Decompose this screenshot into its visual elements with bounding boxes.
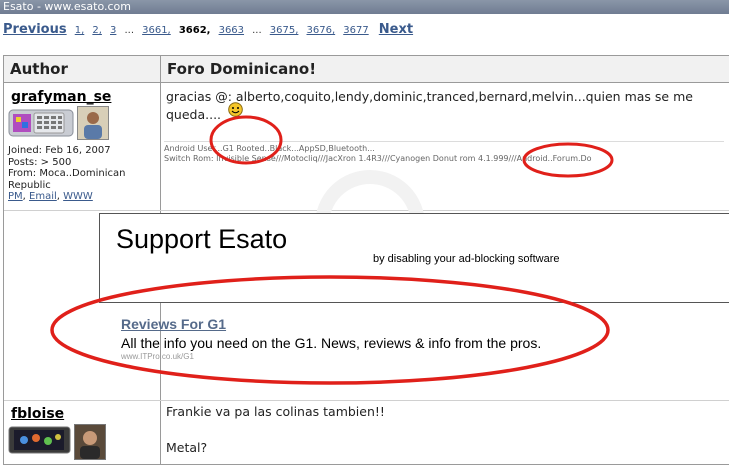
annotation-circle xyxy=(522,142,614,178)
annotation-circle xyxy=(209,115,283,165)
annotation-overlay xyxy=(50,115,614,385)
annotation-circle xyxy=(50,275,610,385)
